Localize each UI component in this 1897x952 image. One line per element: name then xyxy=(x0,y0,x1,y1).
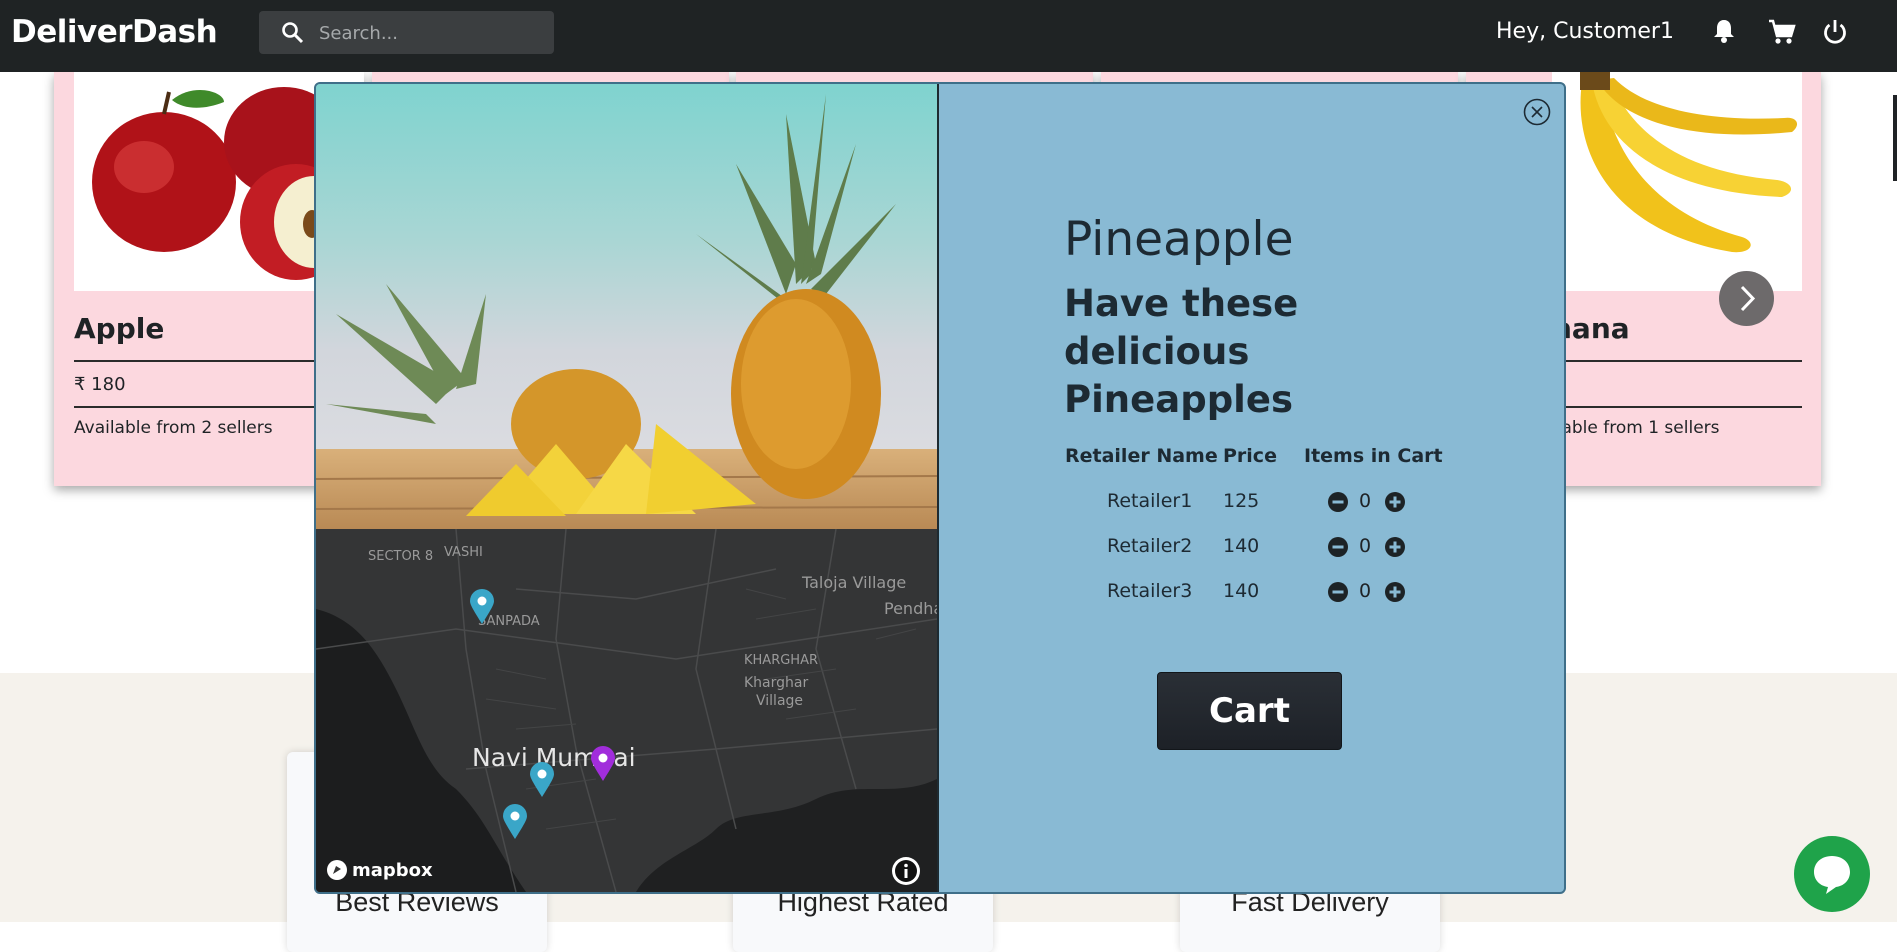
retailer-name: Retailer1 xyxy=(1107,490,1193,512)
items-in-cart-header: Items in Cart xyxy=(1304,445,1443,467)
chat-button[interactable] xyxy=(1794,836,1870,912)
mapbox-attribution[interactable]: mapbox xyxy=(326,859,433,881)
retailer-name: Retailer3 xyxy=(1107,580,1193,602)
retailer-price: 140 xyxy=(1223,535,1260,557)
mapbox-label: mapbox xyxy=(352,859,433,881)
retailer-price: 140 xyxy=(1223,580,1260,602)
product-availability: ilable from 1 sellers xyxy=(1552,418,1720,438)
product-availability: Available from 2 sellers xyxy=(74,418,273,438)
top-navbar: DeliverDash Hey, Customer1 xyxy=(0,0,1897,72)
pineapple-photo xyxy=(316,84,937,529)
banana-image xyxy=(1552,72,1802,291)
map-label: Taloja Village xyxy=(802,573,907,592)
chevron-right-icon xyxy=(1740,285,1756,312)
map-label: Village xyxy=(756,693,804,709)
retailer-name-header: Retailer Name xyxy=(1065,445,1218,467)
close-icon[interactable] xyxy=(1523,98,1551,126)
bell-icon[interactable] xyxy=(1712,18,1736,44)
map-label: SECTOR 8 xyxy=(368,549,434,564)
retailer-name: Retailer2 xyxy=(1107,535,1193,557)
brand-logo[interactable]: DeliverDash xyxy=(11,14,218,50)
retailer-map[interactable]: SECTOR 8 VASHI SANPADA Taloja Village Pe… xyxy=(316,529,937,892)
retailer-marker-icon[interactable] xyxy=(469,589,495,625)
search-input[interactable] xyxy=(317,20,541,46)
chat-bubble-icon xyxy=(1814,856,1850,894)
quantity-value: 0 xyxy=(1359,535,1372,557)
product-price: ₹ 180 xyxy=(74,374,126,395)
plus-icon[interactable] xyxy=(1384,491,1406,513)
user-location-marker-icon[interactable] xyxy=(590,746,616,782)
cart-button[interactable]: Cart xyxy=(1157,672,1342,750)
plus-icon[interactable] xyxy=(1384,581,1406,603)
product-title: Pineapple xyxy=(1064,212,1294,267)
minus-icon[interactable] xyxy=(1327,491,1349,513)
price-header: Price xyxy=(1223,445,1277,467)
quantity-value: 0 xyxy=(1359,490,1372,512)
power-icon[interactable] xyxy=(1822,18,1848,46)
greeting-text: Hey, Customer1 xyxy=(1496,19,1674,44)
cart-icon[interactable] xyxy=(1768,18,1796,46)
map-label: KHARGHAR xyxy=(744,653,819,668)
retailer-marker-icon[interactable] xyxy=(529,762,555,798)
product-modal: SECTOR 8 VASHI SANPADA Taloja Village Pe… xyxy=(314,82,1566,894)
mapbox-logo-icon xyxy=(327,860,347,880)
search-box[interactable] xyxy=(259,11,554,54)
info-icon[interactable] xyxy=(891,856,921,886)
map-label: Kharghar xyxy=(744,675,809,691)
map-label: Pendha xyxy=(884,599,937,618)
search-icon xyxy=(282,22,304,44)
retailer-price: 125 xyxy=(1223,490,1260,512)
modal-divider xyxy=(937,84,939,892)
divider xyxy=(1552,406,1802,408)
minus-icon[interactable] xyxy=(1327,581,1349,603)
carousel-next-button[interactable] xyxy=(1719,271,1774,326)
plus-icon[interactable] xyxy=(1384,536,1406,558)
quantity-value: 0 xyxy=(1359,580,1372,602)
product-name: Apple xyxy=(74,312,165,345)
retailer-marker-icon[interactable] xyxy=(502,804,528,840)
map-label: VASHI xyxy=(444,545,483,560)
minus-icon[interactable] xyxy=(1327,536,1349,558)
divider xyxy=(1552,360,1802,362)
page-scrollbar[interactable] xyxy=(1893,95,1897,181)
product-description: Have these delicious Pineapples xyxy=(1064,282,1299,421)
